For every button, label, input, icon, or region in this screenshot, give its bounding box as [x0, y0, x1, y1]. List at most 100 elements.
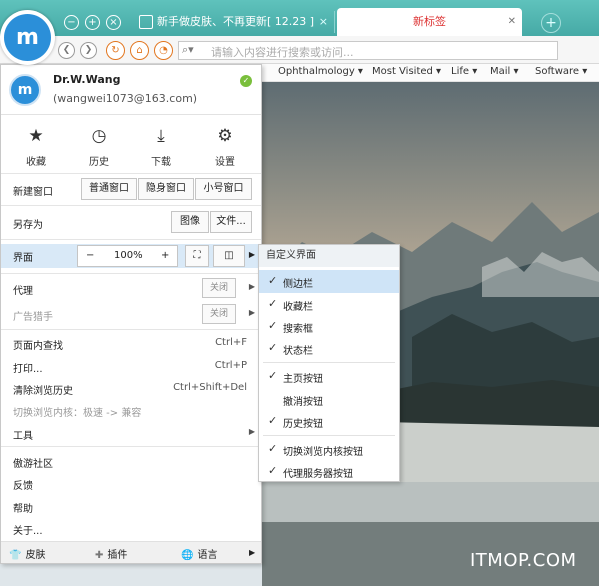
skin-label: 皮肤 — [25, 550, 46, 561]
gear-icon: ⚙ — [217, 126, 233, 146]
close-tab-icon[interactable]: × — [319, 11, 328, 33]
user-email: (wangwei1073@163.com) — [53, 92, 198, 105]
close-window-button[interactable]: × — [106, 15, 121, 30]
private-window-button[interactable]: 隐身窗口 — [138, 178, 194, 200]
bottom-bar: 👕 皮肤 ✚ 插件 🌐 语言 ▶ — [1, 541, 261, 563]
bookmark-label: Ophthalmology — [278, 66, 355, 77]
history-button[interactable]: ◔ — [154, 41, 173, 60]
history-label: 历史 — [89, 157, 109, 168]
back-button[interactable]: ❮ — [58, 42, 75, 59]
adblock-label: 广告猎手 — [13, 312, 53, 323]
logo-icon: m — [4, 14, 51, 61]
find-in-page-item[interactable]: 页面内查找 Ctrl+F — [1, 332, 261, 355]
maximize-button[interactable]: + — [85, 15, 100, 30]
bookmark-software[interactable]: Software ▾ — [535, 66, 587, 77]
star-icon: ★ — [28, 126, 44, 146]
zoom-out-button[interactable]: − — [86, 246, 94, 266]
menu-item-label: 关于... — [13, 526, 43, 537]
submenu-header: 自定义界面 — [259, 245, 399, 267]
avatar: m — [9, 74, 41, 106]
shortcut-label: Ctrl+P — [214, 360, 247, 371]
divider — [1, 329, 261, 330]
submenu-item-undo-button[interactable]: 撤消按钮 — [259, 388, 399, 411]
proxy-toggle[interactable]: 关闭 — [202, 278, 236, 298]
normal-window-button[interactable]: 普通窗口 — [81, 178, 137, 200]
submenu-item-label: 主页按钮 — [283, 374, 323, 385]
tab-skin-notice[interactable]: 新手做皮肤、不再更新[ 12.23 ] × — [135, 11, 335, 33]
settings-button[interactable]: ⚙ 设置 — [195, 125, 255, 168]
checkmark-icon: ✓ — [268, 341, 278, 354]
submenu-item-favorites-bar[interactable]: ✓ 收藏栏 — [259, 293, 399, 316]
submenu-item-search-box[interactable]: ✓ 搜索框 — [259, 315, 399, 338]
submenu-item-status-bar[interactable]: ✓ 状态栏 — [259, 337, 399, 360]
history-menu-button[interactable]: ◷ 历史 — [69, 125, 129, 168]
submenu-arrow-icon: ▶ — [249, 548, 256, 557]
submenu-item-sidebar[interactable]: ✓ 侧边栏 — [259, 270, 399, 293]
bookmark-ophthalmology[interactable]: Ophthalmology ▾ — [278, 66, 363, 77]
address-bar[interactable]: ⌕▾ 请输入内容进行搜索或访问... — [178, 41, 558, 60]
submenu-item-history-button[interactable]: ✓ 历史按钮 — [259, 410, 399, 433]
fullscreen-button[interactable]: ⛶ — [185, 245, 209, 267]
home-button[interactable]: ⌂ — [130, 41, 149, 60]
interface-row[interactable]: 界面 − 100% + ⛶ ◫ ▶ — [1, 244, 261, 268]
menu-item-label: 反馈 — [13, 481, 33, 492]
maxthon-logo-button[interactable]: m — [0, 10, 55, 65]
bookmark-label: Mail — [490, 66, 511, 77]
user-panel[interactable]: m Dr.W.Wang (wangwei1073@163.com) ✓ — [1, 65, 261, 115]
submenu-item-label: 状态栏 — [283, 346, 313, 357]
interface-label: 界面 — [13, 253, 33, 264]
page-icon — [139, 15, 153, 29]
community-item[interactable]: 傲游社区 — [1, 450, 261, 473]
bookmark-mail[interactable]: Mail ▾ — [490, 66, 519, 77]
bookmark-label: Software — [535, 66, 580, 77]
shortcut-label: Ctrl+Shift+Del — [173, 382, 247, 393]
adblock-toggle[interactable]: 关闭 — [202, 304, 236, 324]
about-item[interactable]: 关于... — [1, 517, 261, 540]
divider — [1, 273, 261, 274]
tab-label: 新标签 — [413, 15, 446, 28]
submenu-arrow-icon: ▶ — [248, 250, 255, 259]
shortcut-label: Ctrl+F — [215, 337, 247, 348]
submenu-item-proxy-button[interactable]: ✓ 代理服务器按钮 — [259, 460, 399, 483]
minimize-button[interactable]: − — [64, 15, 79, 30]
navigation-toolbar: ❮ ❯ ↻ ⌂ ◔ ⌕▾ 请输入内容进行搜索或访问... — [0, 36, 599, 64]
save-file-button[interactable]: 文件... — [210, 211, 252, 233]
submenu-item-switch-engine-button[interactable]: ✓ 切换浏览内核按钮 — [259, 438, 399, 461]
downloads-button[interactable]: ⤓ 下载 — [131, 125, 191, 168]
language-button[interactable]: 🌐 语言 — [181, 546, 217, 561]
title-bar: − + × 新手做皮肤、不再更新[ 12.23 ] × 新标签 ✕ + — [0, 0, 599, 40]
favorites-button[interactable]: ★ 收藏 — [6, 125, 66, 168]
feedback-item[interactable]: 反馈 — [1, 472, 261, 495]
submenu-arrow-icon: ▶ — [248, 282, 255, 291]
split-view-button[interactable]: ◫ — [213, 245, 245, 267]
help-item[interactable]: 帮助 — [1, 495, 261, 518]
switch-engine-item[interactable]: 切换浏览内核：极速 -> 兼容 — [1, 399, 261, 422]
bookmark-most-visited[interactable]: Most Visited ▾ — [372, 66, 441, 77]
forward-button[interactable]: ❯ — [80, 42, 97, 59]
zoom-in-button[interactable]: + — [161, 246, 169, 266]
tools-item[interactable]: 工具 ▶ — [1, 422, 261, 445]
divider — [1, 239, 261, 240]
menu-item-label: 切换浏览内核：极速 -> 兼容 — [13, 408, 142, 419]
submenu-arrow-icon: ▶ — [248, 427, 255, 436]
submenu-item-home-button[interactable]: ✓ 主页按钮 — [259, 365, 399, 388]
close-tab-icon[interactable]: ✕ — [508, 8, 516, 36]
refresh-button[interactable]: ↻ — [106, 41, 125, 60]
save-image-button[interactable]: 图像 — [171, 211, 209, 233]
clock-icon: ◷ — [91, 126, 107, 146]
alt-window-button[interactable]: 小号窗口 — [195, 178, 252, 200]
new-tab-button[interactable]: + — [541, 13, 561, 33]
plugins-button[interactable]: ✚ 插件 — [95, 546, 127, 561]
submenu-item-label: 收藏栏 — [283, 302, 313, 313]
tab-new-tab[interactable]: 新标签 ✕ — [337, 8, 522, 36]
menu-item-label: 页面内查找 — [13, 341, 63, 352]
skin-button[interactable]: 👕 皮肤 — [9, 546, 45, 561]
print-item[interactable]: 打印... Ctrl+P — [1, 355, 261, 378]
clear-history-item[interactable]: 清除浏览历史 Ctrl+Shift+Del — [1, 377, 261, 400]
main-menu: m Dr.W.Wang (wangwei1073@163.com) ✓ ★ 收藏… — [0, 64, 262, 564]
checkmark-icon: ✓ — [268, 297, 278, 310]
save-as-label: 另存为 — [13, 220, 43, 231]
tab-label: 新手做皮肤、不再更新[ 12.23 ] — [157, 15, 315, 28]
language-label: 语言 — [197, 550, 218, 561]
bookmark-life[interactable]: Life ▾ — [451, 66, 477, 77]
